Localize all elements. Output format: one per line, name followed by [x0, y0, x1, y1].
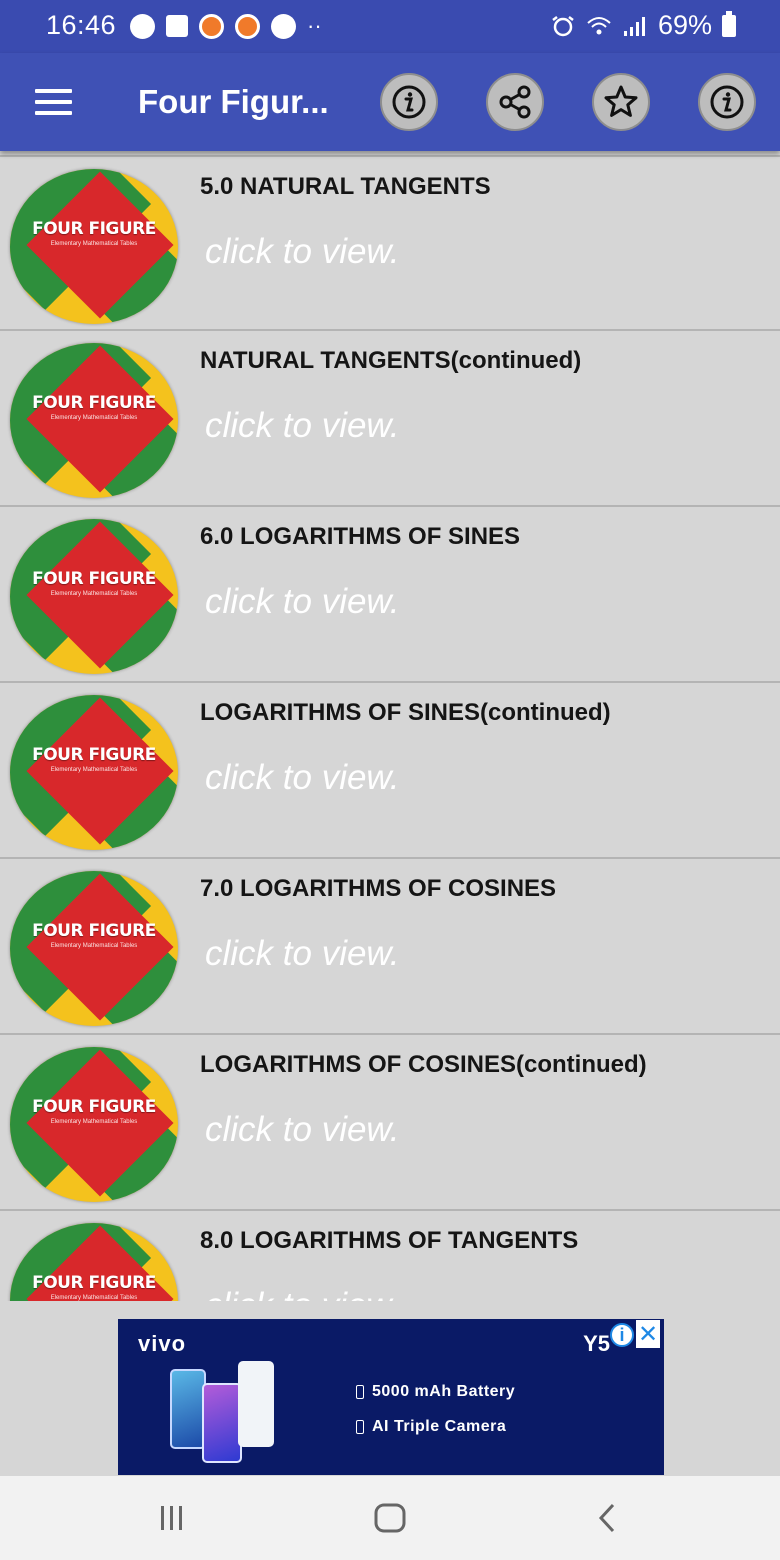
- phone-image: [170, 1369, 206, 1449]
- status-right: 69%: [550, 10, 736, 41]
- signal-icon: [623, 16, 645, 36]
- table-list[interactable]: FOUR FIGURE Elementary Mathematical Table…: [0, 155, 780, 1301]
- status-bar: 16:46 ·· 69%: [0, 0, 780, 53]
- recent-apps-icon: [161, 1506, 182, 1530]
- phone-image: [238, 1361, 274, 1447]
- back-button[interactable]: [588, 1498, 628, 1538]
- about-button[interactable]: [698, 73, 756, 131]
- app-title: Four Figur...: [138, 83, 329, 120]
- list-item[interactable]: FOUR FIGURE Elementary Mathematical Table…: [0, 683, 780, 859]
- battery-icon: [722, 10, 736, 37]
- item-title: LOGARITHMS OF COSINES(continued): [200, 1051, 647, 1078]
- phone-image: [202, 1383, 242, 1463]
- rate-button[interactable]: [592, 73, 650, 131]
- four-figure-logo: FOUR FIGURE Elementary Mathematical Table…: [10, 1047, 178, 1202]
- battery-icon: [356, 1385, 364, 1399]
- battery-percent: 69%: [657, 10, 712, 40]
- more-notifications-icon: ··: [307, 13, 322, 38]
- item-title: NATURAL TANGENTS(continued): [200, 347, 582, 374]
- item-subtitle: click to view.: [205, 406, 400, 445]
- menu-icon[interactable]: [35, 89, 72, 115]
- info-button[interactable]: [380, 73, 438, 131]
- list-item[interactable]: FOUR FIGURE Elementary Mathematical Table…: [0, 859, 780, 1035]
- item-title: 8.0 LOGARITHMS OF TANGENTS: [200, 1227, 579, 1254]
- clock-app-icon: [271, 13, 296, 39]
- item-title: 6.0 LOGARITHMS OF SINES: [200, 523, 521, 550]
- item-subtitle: click to view.: [205, 934, 400, 973]
- list-item[interactable]: FOUR FIGURE Elementary Mathematical Table…: [0, 155, 780, 331]
- camera-icon: [356, 1420, 364, 1434]
- wifi-icon: [587, 16, 611, 34]
- four-figure-logo: FOUR FIGURE Elementary Mathematical Table…: [10, 519, 178, 674]
- item-title: 7.0 LOGARITHMS OF COSINES: [200, 875, 557, 902]
- ad-banner[interactable]: vivo Y5 i ✕ 5000 mAh Battery AI Triple C…: [118, 1319, 664, 1475]
- status-time: 16:46: [46, 10, 117, 40]
- ad-model: Y5: [583, 1331, 610, 1356]
- item-title: LOGARITHMS OF SINES(continued): [200, 699, 611, 726]
- notification-icons: ··: [130, 13, 322, 39]
- item-subtitle: click to view.: [205, 232, 400, 271]
- item-subtitle: click to view.: [205, 1286, 400, 1301]
- list-item[interactable]: FOUR FIGURE Elementary Mathematical Table…: [0, 1211, 780, 1301]
- app-bar: Four Figur...: [0, 53, 780, 151]
- list-item[interactable]: FOUR FIGURE Elementary Mathematical Table…: [0, 331, 780, 507]
- home-icon: [374, 1503, 406, 1533]
- item-subtitle: click to view.: [205, 582, 400, 621]
- share-button[interactable]: [486, 73, 544, 131]
- ad-feature: AI Triple Camera: [356, 1418, 506, 1436]
- facebook-icon: [166, 15, 188, 37]
- info-icon: [392, 85, 426, 119]
- list-item[interactable]: FOUR FIGURE Elementary Mathematical Table…: [0, 507, 780, 683]
- firefox-icon: [199, 13, 224, 39]
- four-figure-logo: FOUR FIGURE Elementary Mathematical Table…: [10, 1223, 178, 1301]
- home-button[interactable]: [370, 1498, 410, 1538]
- four-figure-logo: FOUR FIGURE Elementary Mathematical Table…: [10, 169, 178, 324]
- item-subtitle: click to view.: [205, 758, 400, 797]
- item-title: 5.0 NATURAL TANGENTS: [200, 173, 491, 200]
- ad-feature: 5000 mAh Battery: [356, 1383, 515, 1401]
- item-subtitle: click to view.: [205, 1110, 400, 1149]
- music-icon: [130, 13, 155, 39]
- share-icon: [499, 85, 531, 119]
- ad-close-icon[interactable]: ✕: [636, 1320, 660, 1348]
- four-figure-logo: FOUR FIGURE Elementary Mathematical Table…: [10, 343, 178, 498]
- four-figure-logo: FOUR FIGURE Elementary Mathematical Table…: [10, 695, 178, 850]
- list-item[interactable]: FOUR FIGURE Elementary Mathematical Table…: [0, 1035, 780, 1211]
- alarm-icon: [552, 15, 574, 36]
- ad-info-icon[interactable]: i: [610, 1323, 634, 1347]
- back-icon: [598, 1503, 615, 1533]
- recent-apps-button[interactable]: [152, 1498, 192, 1538]
- firefox-icon: [235, 13, 260, 39]
- four-figure-logo: FOUR FIGURE Elementary Mathematical Table…: [10, 871, 178, 1026]
- star-icon: [604, 85, 638, 117]
- system-nav-bar: [0, 1476, 780, 1560]
- info-icon: [710, 85, 744, 119]
- ad-brand: vivo: [138, 1331, 187, 1356]
